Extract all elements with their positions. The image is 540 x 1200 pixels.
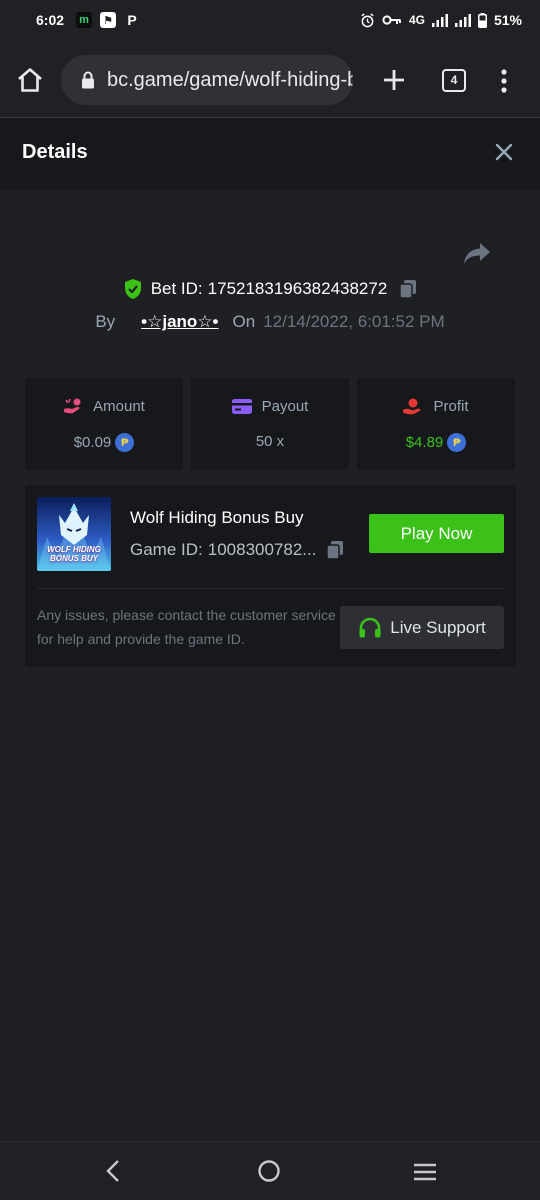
on-label: On — [232, 312, 256, 331]
coin-icon: ₱ — [447, 433, 467, 452]
vpn-key-icon — [382, 15, 401, 25]
address-bar[interactable]: bc.game/game/wolf-hiding-bonus-buy — [61, 55, 353, 105]
game-id-row: Game ID: 1008300782... — [130, 540, 344, 560]
lock-icon — [82, 71, 94, 89]
system-nav-bar — [0, 1141, 540, 1200]
overflow-menu-icon[interactable] — [494, 68, 514, 94]
profit-label: Profit — [433, 398, 469, 415]
copy-game-id-icon[interactable] — [326, 540, 344, 560]
thumbnail-title: WOLF HIDING BONUS BUY — [37, 545, 111, 563]
url-text: bc.game/game/wolf-hiding-bonus-buy — [107, 68, 353, 91]
divider — [37, 588, 504, 589]
tab-switcher-button[interactable]: 4 — [442, 69, 466, 92]
by-label: By — [95, 312, 116, 331]
amount-label: Amount — [93, 398, 145, 415]
profit-value: $4.89 — [405, 434, 444, 451]
game-thumbnail[interactable]: WOLF HIDING BONUS BUY — [37, 497, 111, 571]
share-icon[interactable] — [462, 240, 492, 268]
bet-id-row: Bet ID: 1752183196382438272 — [0, 278, 540, 300]
payout-value: 50 x — [255, 433, 285, 450]
thumbnail-line-2: BONUS BUY — [49, 554, 98, 563]
copy-bet-id-icon[interactable] — [399, 279, 417, 299]
profit-icon — [403, 398, 421, 415]
payout-box: Payout 50 x — [191, 378, 349, 470]
bet-id-label: Bet ID: — [150, 279, 203, 298]
close-icon[interactable] — [493, 141, 515, 163]
status-app-icon-p: P — [127, 12, 137, 28]
amount-icon — [64, 398, 81, 414]
home-nav-icon[interactable] — [257, 1159, 281, 1183]
bet-id-value: 1752183196382438272 — [207, 279, 388, 298]
battery-icon — [478, 12, 487, 28]
page-title: Details — [22, 141, 88, 163]
play-now-button[interactable]: Play Now — [369, 514, 504, 553]
issues-text: Any issues, please contact the customer … — [37, 607, 336, 647]
live-support-button[interactable]: Live Support — [340, 606, 504, 649]
new-tab-icon[interactable] — [381, 67, 407, 93]
payout-card-icon — [231, 399, 252, 414]
game-card: WOLF HIDING BONUS BUY Wolf Hiding Bonus … — [25, 485, 516, 667]
bet-date: 12/14/2022, 6:01:52 PM — [263, 312, 445, 331]
thumbnail-line-1: WOLF HIDING — [47, 545, 101, 554]
recent-apps-icon[interactable] — [413, 1162, 437, 1182]
signal-icon — [431, 13, 448, 27]
status-app-icon-m: m — [76, 12, 93, 28]
game-name[interactable]: Wolf Hiding Bonus Buy — [130, 508, 304, 528]
status-bar: 6:02 m ⚑ P 4G 51% — [0, 0, 540, 40]
details-header: Details — [0, 118, 540, 190]
verified-shield-icon — [124, 279, 141, 299]
status-app-icon-flag: ⚑ — [100, 12, 117, 28]
username-link[interactable]: •☆jano☆• — [141, 312, 218, 332]
game-id-label: Game ID: — [130, 540, 203, 559]
alarm-icon — [361, 12, 374, 27]
back-icon[interactable] — [103, 1159, 123, 1183]
home-icon[interactable] — [16, 66, 44, 94]
status-time: 6:02 — [36, 12, 65, 28]
network-type: 4G — [408, 13, 425, 27]
browser-toolbar: bc.game/game/wolf-hiding-bonus-buy 4 — [0, 40, 540, 118]
coin-icon: ₱ — [115, 433, 135, 452]
amount-box: Amount $0.09 ₱ — [25, 378, 183, 470]
battery-percent: 51% — [493, 12, 522, 28]
signal-icon-2 — [454, 13, 471, 27]
payout-label: Payout — [261, 398, 309, 415]
amount-value: $0.09 — [73, 434, 112, 451]
live-support-label: Live Support — [390, 617, 486, 637]
bet-meta-row: By •☆jano☆• On 12/14/2022, 6:01:52 PM — [0, 312, 540, 332]
headset-icon — [359, 617, 381, 637]
game-id-value: 1008300782... — [207, 540, 317, 559]
profit-box: Profit $4.89 ₱ — [357, 378, 515, 470]
